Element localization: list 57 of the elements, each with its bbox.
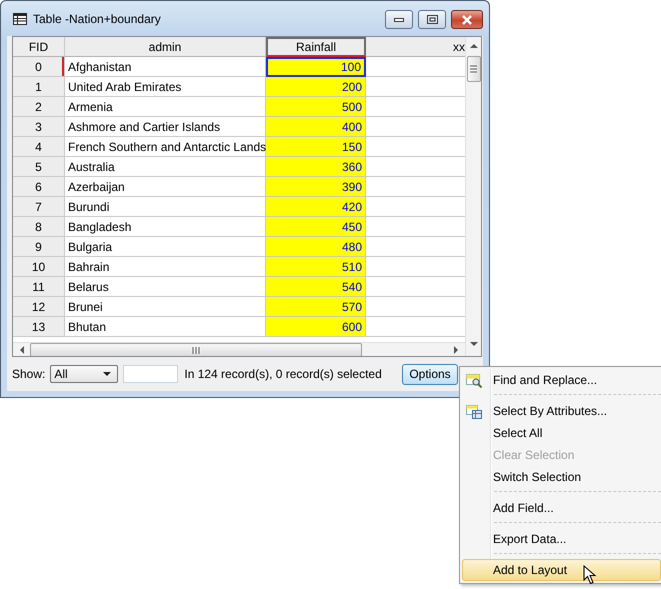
table-cell: Ashmore and Cartier Islands [65,117,266,137]
number-cell: 400 [266,117,366,137]
number-cell: 360 [266,157,366,177]
options-button[interactable]: Options [402,364,458,384]
row-number: 0 [13,57,65,77]
table-cell: Burundi [65,197,266,217]
number-cell: 420 [266,197,366,217]
row-number: 12 [13,297,65,317]
table-cell: Brunei [65,297,266,317]
table-cell: Bhutan [65,317,266,337]
column-header[interactable]: xx [366,37,466,57]
table-cell: French Southern and Antarctic Lands [65,137,266,157]
row-number: 13 [13,317,65,337]
number-cell: 450 [266,217,366,237]
show-label: Show: [12,367,46,381]
number-cell: 500 [266,97,366,117]
column-header[interactable]: admin [65,37,266,57]
row-number: 7 [13,197,65,217]
menu-item[interactable]: Select All [462,422,661,444]
table-cell: United Arab Emirates [65,77,266,97]
column-header[interactable]: Rainfall [266,37,366,57]
row-number: 11 [13,277,65,297]
table-cell: Australia [65,157,266,177]
row-number: 10 [13,257,65,277]
table-cell: Bulgaria [65,237,266,257]
table-cell: Bangladesh [65,217,266,237]
number-cell: 570 [266,297,366,317]
row-number: 4 [13,137,65,157]
menu-item[interactable]: Add Field... [462,497,661,519]
row-number: 5 [13,157,65,177]
table-cell: Belarus [65,277,266,297]
column-header[interactable]: FID [13,37,65,57]
row-number: 6 [13,177,65,197]
menu-item[interactable]: Find and Replace... [462,369,661,391]
menu-item[interactable]: Export Data... [462,528,661,550]
menu-item[interactable]: Select By Attributes... [462,400,661,422]
table-cell: Bahrain [65,257,266,277]
table-cell: Afghanistan [65,57,266,77]
row-number: 9 [13,237,65,257]
number-cell: 200 [266,77,366,97]
row-number: 3 [13,117,65,137]
number-cell: 540 [266,277,366,297]
number-cell: 510 [266,257,366,277]
record-status: In 124 record(s), 0 record(s) selected [184,367,382,381]
number-cell: 100 [266,57,366,77]
number-cell: 150 [266,137,366,157]
table-cell: Armenia [65,97,266,117]
number-cell: 480 [266,237,366,257]
row-number: 2 [13,97,65,117]
table-cell: Azerbaijan [65,177,266,197]
window-title: Table -Nation+boundary [33,12,161,26]
number-cell: 390 [266,177,366,197]
show-dropdown[interactable]: All [50,365,118,383]
number-cell: 600 [266,317,366,337]
menu-item[interactable]: Switch Selection [462,466,661,488]
row-number: 1 [13,77,65,97]
row-number: 8 [13,217,65,237]
